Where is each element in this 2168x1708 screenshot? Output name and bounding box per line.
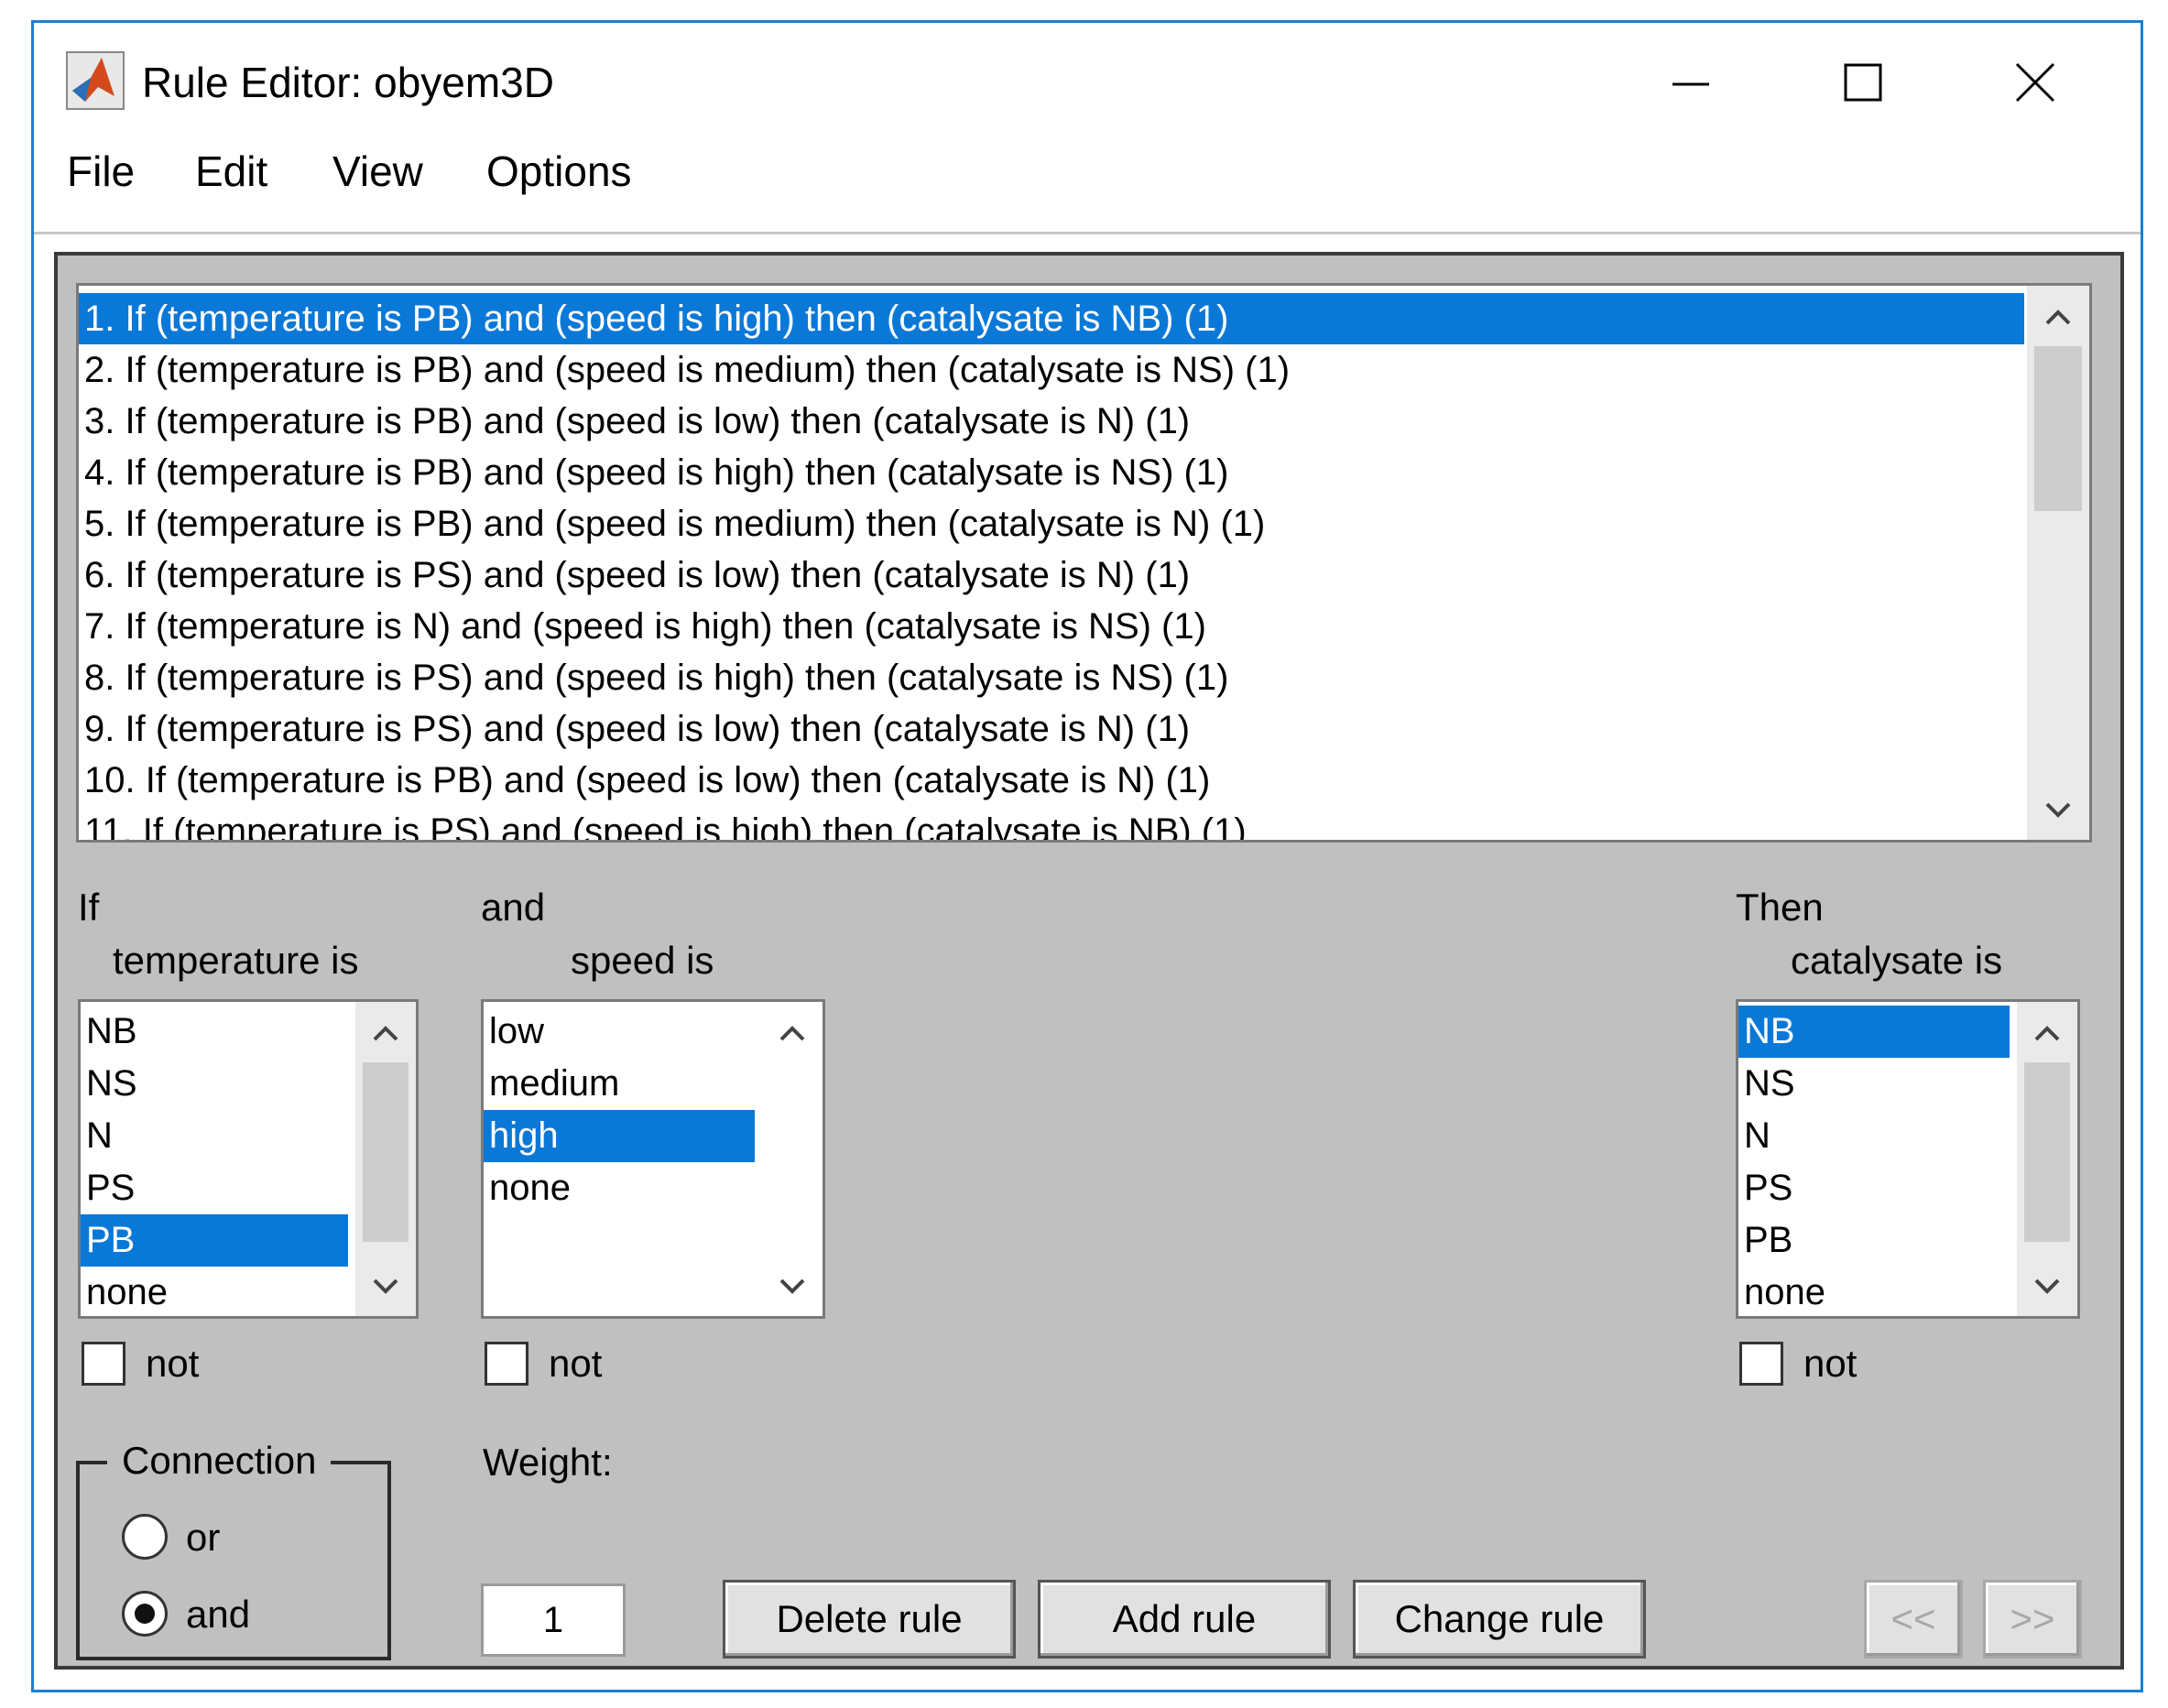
mf-item[interactable]: none [81,1267,168,1316]
rule-item[interactable]: 10. If (temperature is PB) and (speed is… [79,755,1210,806]
rule-item[interactable]: 8. If (temperature is PS) and (speed is … [79,652,1228,703]
scroll-thumb[interactable] [363,1062,409,1242]
rule-item[interactable]: 11. If (temperature is PS) and (speed is… [79,806,1247,840]
temperature-label: temperature is [113,939,359,982]
title-bar[interactable]: Rule Editor: obyem3D [34,23,2141,133]
minimize-icon [1672,82,1709,86]
mf-item[interactable]: high [484,1110,755,1162]
rules-scrollbar[interactable] [2027,286,2089,840]
scroll-up-icon[interactable] [355,1007,416,1059]
speed-scrollbar[interactable] [762,1002,823,1316]
and-option-label: and [186,1593,251,1636]
menu-file[interactable]: File [67,147,135,196]
rule-editor-panel: 1. If (temperature is PB) and (speed is … [54,252,2124,1670]
weight-input[interactable]: 1 [481,1583,626,1657]
scroll-down-icon[interactable] [2017,1261,2077,1312]
or-radio[interactable] [122,1514,168,1560]
close-icon [2015,62,2055,103]
scroll-thumb[interactable] [2024,1062,2070,1242]
scroll-down-icon[interactable] [355,1261,416,1312]
temperature-listbox[interactable]: NB NS N PS PB none [78,999,419,1319]
speed-not-checkbox[interactable] [485,1342,528,1386]
delete-rule-button[interactable]: Delete rule [723,1580,1016,1659]
matlab-icon [66,51,125,110]
mf-item[interactable]: NB [81,1006,137,1058]
rule-item[interactable]: 6. If (temperature is PS) and (speed is … [79,549,1190,601]
not-label: not [1803,1342,1858,1385]
rule-item[interactable]: 4. If (temperature is PB) and (speed is … [79,447,1228,498]
scroll-up-icon[interactable] [2017,1007,2077,1059]
mf-item[interactable]: PB [81,1214,348,1267]
not-label: not [146,1342,200,1385]
scroll-up-icon[interactable] [762,1007,823,1059]
catalysate-listbox[interactable]: NB NS N PS PB none [1736,999,2080,1319]
mf-item[interactable]: medium [484,1058,619,1110]
scroll-up-icon[interactable] [2027,291,2089,343]
next-rule-button[interactable]: >> [1983,1580,2082,1659]
menu-options[interactable]: Options [486,147,632,196]
menu-bar: File Edit View Options [34,147,2141,229]
scroll-down-icon[interactable] [762,1261,823,1312]
menu-divider [34,232,2141,234]
scroll-thumb[interactable] [2034,346,2082,511]
mf-item[interactable]: PB [1738,1214,1792,1267]
rule-item[interactable]: 9. If (temperature is PS) and (speed is … [79,703,1190,755]
rules-listbox[interactable]: 1. If (temperature is PB) and (speed is … [76,283,2092,843]
maximize-icon [1844,63,1882,102]
add-rule-button[interactable]: Add rule [1038,1580,1331,1659]
rule-item[interactable]: 3. If (temperature is PB) and (speed is … [79,396,1190,447]
menu-view[interactable]: View [332,147,423,196]
rule-editor-window: Rule Editor: obyem3D File Edit View Opti… [31,20,2143,1692]
mf-item[interactable]: NS [1738,1058,1795,1110]
and-label: and [481,886,546,929]
mf-item[interactable]: N [1738,1110,1770,1162]
mf-item[interactable]: none [484,1162,571,1214]
not-label: not [549,1342,603,1385]
or-label: or [186,1516,221,1559]
mf-item[interactable]: PS [81,1162,135,1214]
then-label: Then [1736,886,1824,929]
mf-item[interactable]: NS [81,1058,137,1110]
change-rule-button[interactable]: Change rule [1353,1580,1646,1659]
mf-item[interactable]: low [484,1006,544,1058]
catalysate-label: catalysate is [1791,939,2003,982]
window-title: Rule Editor: obyem3D [142,59,554,106]
weight-label: Weight: [483,1441,613,1484]
speed-label: speed is [571,939,714,982]
previous-rule-button[interactable]: << [1864,1580,1963,1659]
mf-item[interactable]: NB [1738,1006,2010,1058]
mf-item[interactable]: PS [1738,1162,1792,1214]
rule-item[interactable]: 5. If (temperature is PB) and (speed is … [79,498,1265,549]
menu-edit[interactable]: Edit [195,147,267,196]
catalysate-not-checkbox[interactable] [1739,1342,1783,1386]
if-label: If [78,886,100,929]
mf-item[interactable]: none [1738,1267,1825,1316]
radio-selected-dot [135,1604,155,1624]
catalysate-scrollbar[interactable] [2017,1002,2077,1316]
and-radio[interactable] [122,1591,168,1637]
minimize-button[interactable] [1650,41,1732,124]
connection-title: Connection [107,1439,332,1483]
temperature-scrollbar[interactable] [355,1002,416,1316]
temperature-not-checkbox[interactable] [82,1342,125,1386]
scroll-down-icon[interactable] [2027,785,2089,836]
rule-item[interactable]: 2. If (temperature is PB) and (speed is … [79,344,1290,396]
speed-listbox[interactable]: low medium high none [481,999,825,1319]
mf-item[interactable]: N [81,1110,113,1162]
close-button[interactable] [1994,41,2076,124]
rule-item[interactable]: 1. If (temperature is PB) and (speed is … [79,293,2024,344]
rule-item[interactable]: 7. If (temperature is N) and (speed is h… [79,601,1206,652]
maximize-button[interactable] [1822,41,1904,124]
